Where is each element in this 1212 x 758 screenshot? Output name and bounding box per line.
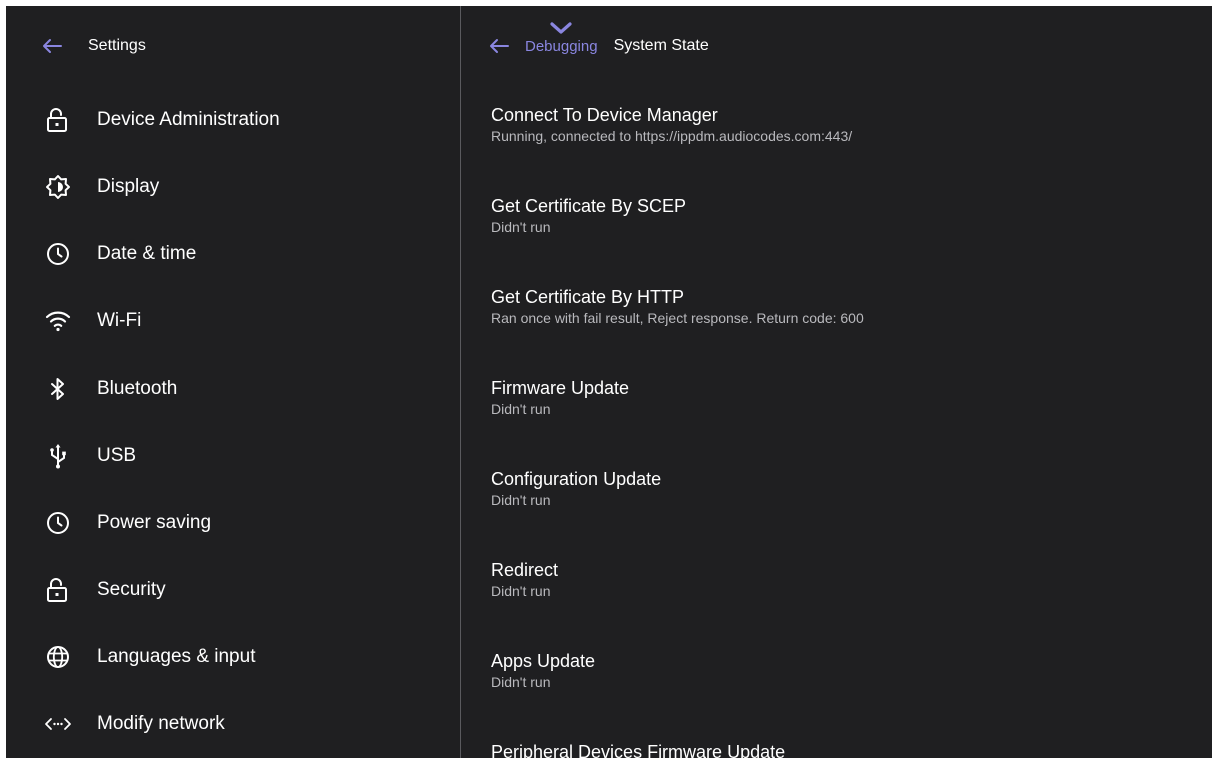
state-item-status: Running, connected to https://ippdm.audi…	[491, 128, 853, 144]
menu-item-date-time[interactable]: Date & time	[6, 224, 460, 284]
menu-item-label: Bluetooth	[97, 378, 178, 399]
settings-title: Settings	[88, 37, 146, 54]
breadcrumb-label: Debugging	[525, 37, 598, 55]
state-item-status: Didn't run	[491, 219, 551, 235]
clock-icon	[44, 509, 72, 537]
menu-item-label: Display	[97, 176, 160, 197]
network-code-icon	[44, 710, 72, 738]
lock-open-icon	[44, 576, 72, 604]
settings-header: Settings	[30, 24, 146, 68]
arrow-left-icon	[490, 39, 509, 53]
menu-item-bluetooth[interactable]: Bluetooth	[6, 359, 460, 419]
state-item-title: Peripheral Devices Firmware Update	[491, 742, 786, 758]
screen: Settings Device Administration Display D…	[6, 6, 1212, 758]
state-item-title: Firmware Update	[491, 378, 630, 398]
clock-icon	[44, 240, 72, 268]
menu-item-wifi[interactable]: Wi-Fi	[6, 291, 460, 351]
system-state-panel: Debugging System State Connect To Device…	[461, 6, 1212, 758]
bluetooth-icon	[44, 375, 72, 403]
menu-item-label: Date & time	[97, 243, 197, 264]
state-item-configuration-update[interactable]: Configuration Update Didn't run	[491, 468, 1191, 509]
state-item-get-certificate-by-scep[interactable]: Get Certificate By SCEP Didn't run	[491, 195, 1191, 236]
brightness-icon	[44, 173, 72, 201]
globe-icon	[44, 643, 72, 671]
menu-item-label: Modify network	[97, 713, 225, 734]
state-item-title: Apps Update	[491, 651, 596, 671]
state-item-title: Get Certificate By SCEP	[491, 196, 687, 216]
menu-item-label: Device Administration	[97, 109, 280, 130]
state-item-title: Configuration Update	[491, 469, 662, 489]
back-button[interactable]	[30, 24, 74, 68]
wifi-icon	[44, 307, 72, 335]
menu-item-device-administration[interactable]: Device Administration	[6, 90, 460, 150]
breadcrumb-debugging[interactable]: Debugging	[525, 21, 598, 55]
state-item-firmware-update[interactable]: Firmware Update Didn't run	[491, 377, 1191, 418]
state-item-status: Didn't run	[491, 492, 551, 508]
usb-icon	[44, 442, 72, 470]
system-state-header: Debugging System State	[477, 21, 709, 68]
state-item-status: Ran once with fail result, Reject respon…	[491, 310, 864, 326]
menu-item-label: Security	[97, 579, 166, 600]
state-item-status: Didn't run	[491, 583, 551, 599]
settings-panel: Settings Device Administration Display D…	[6, 6, 460, 758]
state-item-title: Redirect	[491, 560, 559, 580]
chevron-down-icon	[550, 21, 572, 34]
page-title: System State	[613, 37, 709, 54]
state-item-apps-update[interactable]: Apps Update Didn't run	[491, 650, 1191, 691]
menu-item-label: Power saving	[97, 512, 212, 533]
menu-item-languages-input[interactable]: Languages & input	[6, 627, 460, 687]
menu-item-display[interactable]: Display	[6, 157, 460, 217]
lock-open-icon	[44, 106, 72, 134]
arrow-left-icon	[43, 39, 62, 53]
state-item-connect-to-device-manager[interactable]: Connect To Device Manager Running, conne…	[491, 104, 1191, 145]
state-item-peripheral-devices-firmware-update[interactable]: Peripheral Devices Firmware Update	[491, 741, 1191, 758]
menu-item-label: Wi-Fi	[97, 310, 142, 331]
menu-item-power-saving[interactable]: Power saving	[6, 493, 460, 553]
menu-item-security[interactable]: Security	[6, 560, 460, 620]
state-item-title: Connect To Device Manager	[491, 105, 718, 125]
state-item-get-certificate-by-http[interactable]: Get Certificate By HTTP Ran once with fa…	[491, 286, 1191, 327]
state-item-status: Didn't run	[491, 674, 551, 690]
menu-item-label: Languages & input	[97, 646, 256, 667]
back-button[interactable]	[477, 24, 521, 68]
menu-item-label: USB	[97, 445, 137, 466]
menu-item-usb[interactable]: USB	[6, 426, 460, 486]
state-item-status: Didn't run	[491, 401, 551, 417]
menu-item-modify-network[interactable]: Modify network	[6, 694, 460, 754]
state-item-redirect[interactable]: Redirect Didn't run	[491, 559, 1191, 600]
state-item-title: Get Certificate By HTTP	[491, 287, 685, 307]
